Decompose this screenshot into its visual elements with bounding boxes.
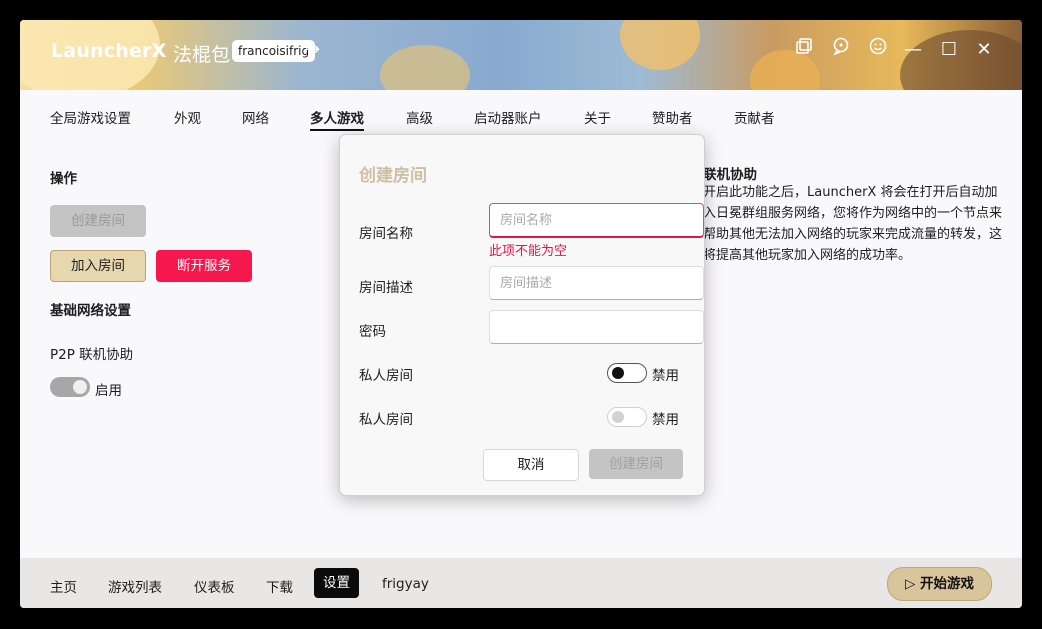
operations-title: 操作: [50, 171, 77, 187]
nav-home[interactable]: 主页: [50, 576, 77, 596]
close-icon[interactable]: ✕: [971, 37, 997, 63]
toggle-knob: [612, 411, 624, 423]
private-room-toggle-2[interactable]: [607, 407, 647, 427]
play-icon: ▷: [904, 576, 916, 592]
maximize-icon[interactable]: ☐: [936, 37, 962, 63]
disconnect-button[interactable]: 断开服务: [156, 250, 252, 282]
app-title: LauncherX: [51, 40, 167, 62]
create-room-button[interactable]: 创建房间: [50, 205, 146, 237]
nav-user[interactable]: frigyay: [382, 576, 429, 592]
tab-advanced[interactable]: 高级: [406, 107, 433, 127]
settings-tabs: 全局游戏设置 外观 网络 多人游戏 高级 启动器账户 关于 赞助者 贡献者: [20, 90, 1022, 136]
copy-window-icon[interactable]: [791, 37, 817, 63]
network-settings-title: 基础网络设置: [50, 303, 131, 319]
modpack-title[interactable]: 法棍包: [173, 40, 230, 67]
password-label: 密码: [359, 324, 386, 340]
password-input[interactable]: [489, 310, 704, 344]
title-bar: LauncherX 法棍包 francoisifrig → — ☐ ✕: [20, 20, 1022, 90]
tab-contributors[interactable]: 贡献者: [734, 107, 775, 127]
room-name-input[interactable]: [489, 203, 704, 238]
username-chip[interactable]: francoisifrig: [232, 40, 316, 62]
tab-sponsors[interactable]: 赞助者: [652, 107, 693, 127]
bottom-nav: 主页 游戏列表 仪表板 下载 设置 frigyay ▷ 开始游戏: [20, 558, 1022, 608]
tab-launcher-account[interactable]: 启动器账户: [474, 107, 542, 127]
private-room-label: 私人房间: [359, 368, 413, 384]
dialog-title: 创建房间: [359, 166, 427, 186]
room-name-label: 房间名称: [359, 226, 413, 242]
p2p-toggle[interactable]: [50, 377, 90, 397]
play-game-button[interactable]: ▷ 开始游戏: [887, 567, 992, 601]
room-desc-input[interactable]: [489, 266, 704, 300]
play-label: 开始游戏: [920, 576, 975, 592]
join-room-button[interactable]: 加入房间: [50, 250, 146, 282]
tab-about[interactable]: 关于: [584, 107, 611, 127]
nav-settings[interactable]: 设置: [314, 568, 359, 598]
private-room-toggle[interactable]: [607, 363, 647, 383]
p2p-label: P2P 联机协助: [50, 347, 134, 363]
smile-icon[interactable]: [865, 37, 891, 63]
private-room-state: 禁用: [652, 368, 679, 384]
toggle-knob: [73, 380, 87, 394]
nav-download[interactable]: 下载: [266, 576, 293, 596]
assist-title: 联机协助: [703, 167, 757, 183]
arrow-right-icon[interactable]: →: [305, 39, 320, 60]
nav-dashboard[interactable]: 仪表板: [194, 576, 235, 596]
create-room-dialog: 创建房间 房间名称 此项不能为空 房间描述 密码 私人房间 禁用 私人房间 禁用…: [339, 134, 705, 496]
private-room-state-2: 禁用: [652, 412, 679, 428]
minimize-icon[interactable]: —: [900, 37, 926, 63]
tab-appearance[interactable]: 外观: [174, 107, 201, 127]
create-room-submit-button[interactable]: 创建房间: [589, 449, 683, 479]
assist-description: 开启此功能之后，LauncherX 将会在打开后自动加入日冕群组服务网络，您将作…: [703, 185, 1003, 263]
tab-global-game-settings[interactable]: 全局游戏设置: [50, 107, 131, 127]
nav-game-list[interactable]: 游戏列表: [108, 576, 162, 596]
private-room-label-2: 私人房间: [359, 412, 413, 428]
room-name-error: 此项不能为空: [489, 244, 568, 259]
launcher-window: LauncherX 法棍包 francoisifrig → — ☐ ✕ 全局游戏…: [20, 20, 1022, 608]
tab-multiplayer[interactable]: 多人游戏: [310, 107, 364, 131]
room-desc-label: 房间描述: [359, 280, 413, 296]
chat-help-icon[interactable]: [828, 37, 854, 63]
p2p-state-label: 启用: [95, 383, 122, 399]
cancel-button[interactable]: 取消: [483, 449, 579, 481]
toggle-knob: [612, 367, 624, 379]
tab-network[interactable]: 网络: [242, 107, 269, 127]
